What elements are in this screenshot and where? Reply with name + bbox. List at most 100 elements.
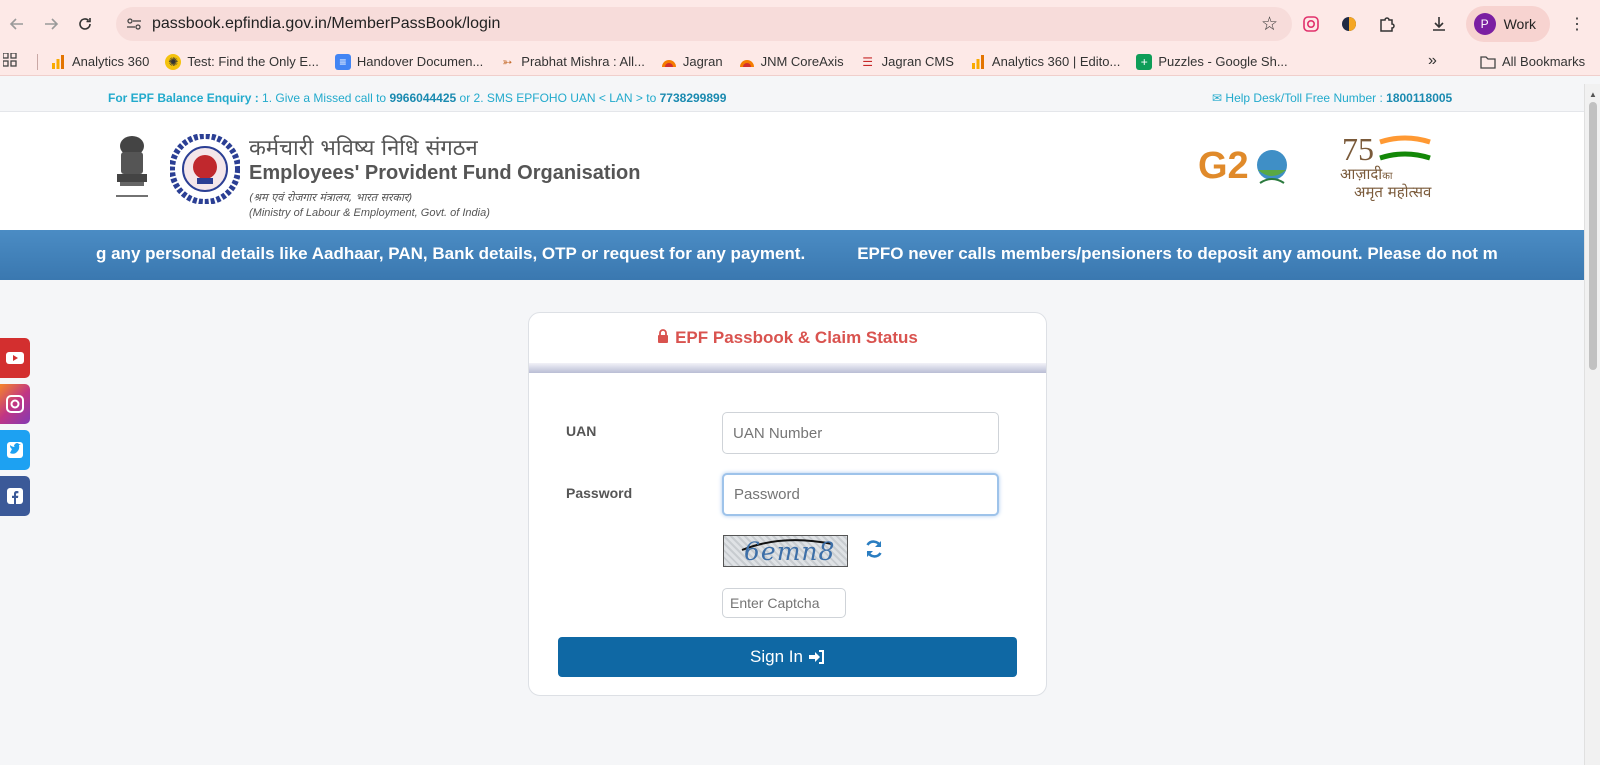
helpdesk-label: Help Desk/Toll Free Number : [1225,91,1383,105]
forward-button[interactable] [34,7,68,41]
missed-call-number: 9966044425 [389,91,457,105]
login-card-header: EPF Passbook & Claim Status [529,313,1046,363]
cms-icon: ☰ [862,54,874,69]
url-text[interactable]: passbook.epfindia.gov.in/MemberPassBook/… [152,15,500,33]
login-card: EPF Passbook & Claim Status UAN Password… [528,312,1047,696]
org-name-english: Employees' Provident Fund Organisation [249,162,641,184]
info-strip: For EPF Balance Enquiry : 1. Give a Miss… [0,84,1584,112]
analytics-icon [50,54,66,70]
bookmark-item[interactable]: ☰ Jagran CMS [860,54,954,70]
azadi-text-line2: अमृत महोत्सव [1354,183,1432,201]
site-header: कर्मचारी भविष्य निधि संगठन Employees' Pr… [0,112,1584,230]
extensions-puzzle-icon[interactable] [1376,13,1398,35]
site-icon: ➳ [502,54,513,69]
site-info-icon[interactable] [116,17,152,31]
facebook-link[interactable] [0,476,30,516]
ministry-hindi: (श्रम एवं रोजगार मंत्रालय, भारत सरकार) [249,191,413,204]
captcha-input[interactable] [722,588,846,618]
instagram-icon [6,395,24,413]
bookmark-star-icon[interactable]: ☆ [1261,13,1278,36]
profile-chip[interactable]: P Work [1465,6,1550,42]
extension-half-moon-icon[interactable] [1338,13,1360,35]
ticker-message: g any personal details like Aadhaar, PAN… [96,244,806,263]
epfo-logo [170,134,240,204]
bookmark-label: Jagran [682,54,723,69]
azadi-word: आज़ादी [1340,165,1383,183]
password-input[interactable] [722,473,999,516]
jagran-icon [661,54,677,70]
twitter-icon [7,442,23,458]
helpdesk: ✉ Help Desk/Toll Free Number : 180011800… [1212,91,1452,105]
bookmark-item[interactable]: ✺ Test: Find the Only E... [165,53,319,70]
back-button[interactable] [0,7,34,41]
address-bar[interactable]: passbook.epfindia.gov.in/MemberPassBook/… [116,7,1292,41]
bookmark-label: Analytics 360 [72,54,150,69]
sign-in-icon [808,650,824,664]
download-icon[interactable] [1428,13,1450,35]
sms-number: 7738299899 [659,91,727,105]
chevron-double-right-icon[interactable]: » [1428,52,1437,70]
page-scrollbar[interactable]: ▲ [1584,84,1600,765]
azadi-text-line1: आज़ादीका [1340,164,1392,184]
bookmark-label: Test: Find the Only E... [187,54,319,69]
bookmark-label: Analytics 360 | Edito... [991,54,1121,69]
ticker-text: g any personal details like Aadhaar, PAN… [96,244,1550,264]
scrollbar-thumb[interactable] [1589,102,1597,370]
youtube-link[interactable] [0,338,30,378]
reload-button[interactable] [68,7,102,41]
analytics-icon [970,54,986,70]
uan-label: UAN [566,423,597,439]
bookmark-label: Puzzles - Google Sh... [1158,54,1288,69]
bookmarks-bar: Analytics 360 ✺ Test: Find the Only E... … [0,48,1600,76]
avatar: P [1473,13,1496,35]
sign-in-button[interactable]: Sign In [558,637,1017,677]
svg-text:G2: G2 [1198,145,1249,187]
jagran-icon [739,54,755,70]
bookmark-item[interactable]: ≡ Handover Documen... [334,53,484,70]
refresh-captcha-icon[interactable] [863,538,885,560]
bookmark-label: Handover Documen... [356,54,484,69]
announcement-ticker: g any personal details like Aadhaar, PAN… [0,230,1584,280]
bookmark-item[interactable]: JNM CoreAxis [739,54,844,70]
menu-kebab-icon[interactable]: ⋮ [1566,13,1588,35]
sheets-icon: + [1136,53,1153,70]
enquiry-text: 1. Give a Missed call to [262,91,387,105]
bookmark-item[interactable]: Analytics 360 | Edito... [970,54,1120,70]
bookmark-item[interactable]: ➳ Prabhat Mishra : All... [499,54,645,70]
uan-input[interactable] [722,412,999,454]
ministry-english: (Ministry of Labour & Employment, Govt. … [249,207,490,219]
helpdesk-number: 1800118005 [1386,91,1453,105]
sign-in-label: Sign In [750,647,803,666]
browser-toolbar: passbook.epfindia.gov.in/MemberPassBook/… [0,0,1600,48]
g20-logo: G2 [1198,145,1287,187]
bookmark-item[interactable]: + Puzzles - Google Sh... [1136,53,1288,70]
all-bookmarks[interactable]: All Bookmarks [1480,54,1585,69]
twitter-link[interactable] [0,430,30,470]
login-title: EPF Passbook & Claim Status [675,328,918,347]
folder-icon [1480,55,1496,69]
instagram-link[interactable] [0,384,30,424]
page-content: For EPF Balance Enquiry : 1. Give a Miss… [0,84,1584,765]
bookmark-item[interactable]: Jagran [661,54,723,70]
header-divider [529,363,1046,373]
toolbar-actions: P Work ⋮ [1300,6,1600,42]
apps-grid-icon[interactable] [2,51,23,71]
arrow-left-icon [9,18,23,30]
bookmark-item[interactable]: Analytics 360 [50,54,149,70]
svg-text:75: 75 [1342,131,1374,167]
bookmark-label: Prabhat Mishra : All... [521,54,645,69]
enquiry-text: or 2. SMS EPFOHO UAN < LAN > to [459,91,657,105]
balance-enquiry: For EPF Balance Enquiry : 1. Give a Miss… [108,91,726,105]
docs-icon: ≡ [334,53,351,70]
facebook-icon [7,488,23,504]
bookmark-separator [37,53,38,70]
envelope-icon: ✉ [1212,91,1223,105]
captcha-image: 6emn8 [723,535,848,567]
org-name-hindi: कर्मचारी भविष्य निधि संगठन [249,136,478,161]
all-bookmarks-label: All Bookmarks [1502,54,1586,69]
azadi-ka: का [1382,171,1393,182]
youtube-icon [6,352,24,364]
extension-instagram-icon[interactable] [1300,13,1322,35]
scroll-up-arrow-icon[interactable]: ▲ [1589,90,1597,99]
bulb-icon: ✺ [165,53,182,70]
